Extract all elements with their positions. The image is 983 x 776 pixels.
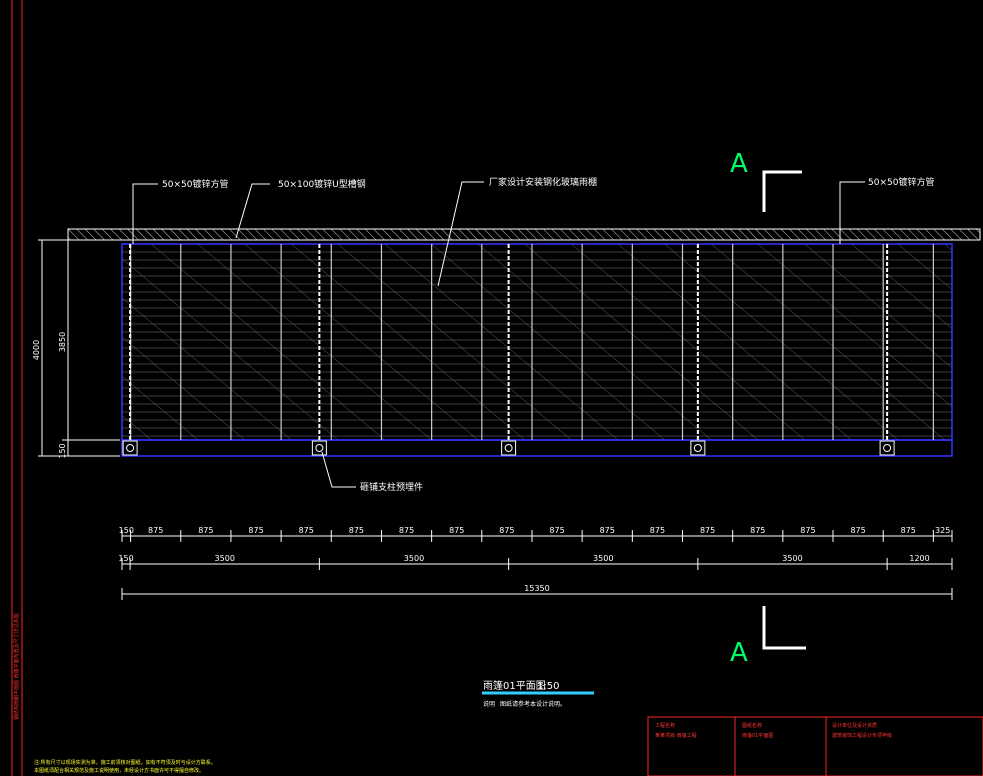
wall-hatch — [67, 228, 981, 241]
dim-overall-height: 4000 — [32, 340, 41, 360]
dim-row2-text: 3500 — [593, 554, 613, 563]
tb-cell2-head: 图纸名称 — [742, 722, 762, 729]
tb-cell3-body: 建筑装饰工程设计专项甲级 — [832, 732, 892, 739]
tb-cell2-body: 雨篷01平面图 — [742, 732, 773, 739]
dim-row1-text: 875 — [499, 526, 514, 535]
cad-drawing: 50×50镀锌方管 50×100镀锌U型槽钢 厂家设计安装钢化玻璃雨棚 50×5… — [11, 0, 983, 776]
dim-row1-text: 875 — [349, 526, 364, 535]
tb-cell1-body: 某某项目 雨篷工程 — [655, 732, 697, 739]
section-mark-top: A — [730, 149, 802, 212]
dim-row1-text: 875 — [650, 526, 665, 535]
dim-row1-text: 875 — [198, 526, 213, 535]
dim-row1-text: 875 — [750, 526, 765, 535]
callout-channel: 50×100镀锌U型槽钢 — [278, 178, 366, 190]
drawing-title: 雨篷01平面图 1:50 说明 图纸请参考本设计说明。 — [482, 679, 594, 708]
dim-row1-text: 150 — [119, 526, 134, 535]
dim-row1-text: 875 — [600, 526, 615, 535]
dim-row1-text: 325 — [935, 526, 950, 535]
left-note-2: 本图纸须配合相关规范及施工说明使用，未经设计方书面许可不得擅自修改。 — [34, 767, 204, 774]
dim-row1-text: 875 — [299, 526, 314, 535]
dim-row1-text: 875 — [248, 526, 263, 535]
dimension-total: 15350 — [121, 584, 953, 600]
callout-glass: 厂家设计安装钢化玻璃雨棚 — [489, 176, 597, 188]
callout-tube-right: 50×50镀锌方管 — [868, 176, 934, 188]
title-block: 工程名称 某某项目 雨篷工程 图纸名称 雨篷01平面图 设计单位及设计资质 建筑… — [647, 716, 983, 776]
left-note-1: 注:所有尺寸以现场实测为准，施工前须核对图纸，如有不符须及时与设计方联系。 — [34, 759, 216, 766]
vertical-dimensions — [38, 239, 120, 457]
post-box — [501, 440, 517, 456]
note-text: 图纸请参考本设计说明。 — [500, 700, 566, 708]
svg-text:A: A — [730, 638, 748, 668]
dim-row1-text: 875 — [850, 526, 865, 535]
section-mark-bottom: A — [730, 606, 806, 668]
dim-total-text: 15350 — [524, 584, 549, 593]
callout-tube-left: 50×50镀锌方管 — [162, 178, 228, 190]
dim-row1-text: 875 — [901, 526, 916, 535]
tb-cell3-head: 设计单位及设计资质 — [832, 722, 877, 729]
dim-row2-text: 1200 — [909, 554, 929, 563]
dim-row2-text: 3500 — [782, 554, 802, 563]
dim-row2-text: 150 — [118, 554, 133, 563]
dim-row2-text: 3500 — [215, 554, 235, 563]
post-box — [311, 440, 327, 456]
note-title: 说明 — [483, 700, 495, 708]
dim-row1-text: 875 — [549, 526, 564, 535]
post-box — [879, 440, 895, 456]
dim-row1-text: 875 — [399, 526, 414, 535]
side-note: 钢结构雨棚平面图 雨篷平面布置及尺寸详见本图 — [13, 613, 20, 720]
svg-text:A: A — [730, 149, 748, 179]
dim-row1-text: 875 — [700, 526, 715, 535]
dim-edge: 150 — [58, 443, 67, 458]
post-markers — [122, 440, 895, 456]
callout-embedded: 砸铺支柱预埋件 — [360, 481, 423, 493]
post-box — [690, 440, 706, 456]
dim-row2-text: 3500 — [404, 554, 424, 563]
post-box — [122, 440, 138, 456]
dim-row1-text: 875 — [148, 526, 163, 535]
dimension-row-2: 150 3500 3500 3500 3500 1200 — [118, 554, 953, 570]
scale-text: 1:50 — [537, 681, 559, 692]
dim-row1-text: 875 — [449, 526, 464, 535]
tb-cell1-head: 工程名称 — [655, 722, 675, 729]
dimension-row-1: 150 875 875 875 875 875 875 875 875 875 875 875 875 8… — [119, 526, 953, 542]
dim-row1-text: 875 — [800, 526, 815, 535]
dim-depth: 3850 — [58, 332, 67, 352]
canopy-plan — [121, 243, 953, 457]
